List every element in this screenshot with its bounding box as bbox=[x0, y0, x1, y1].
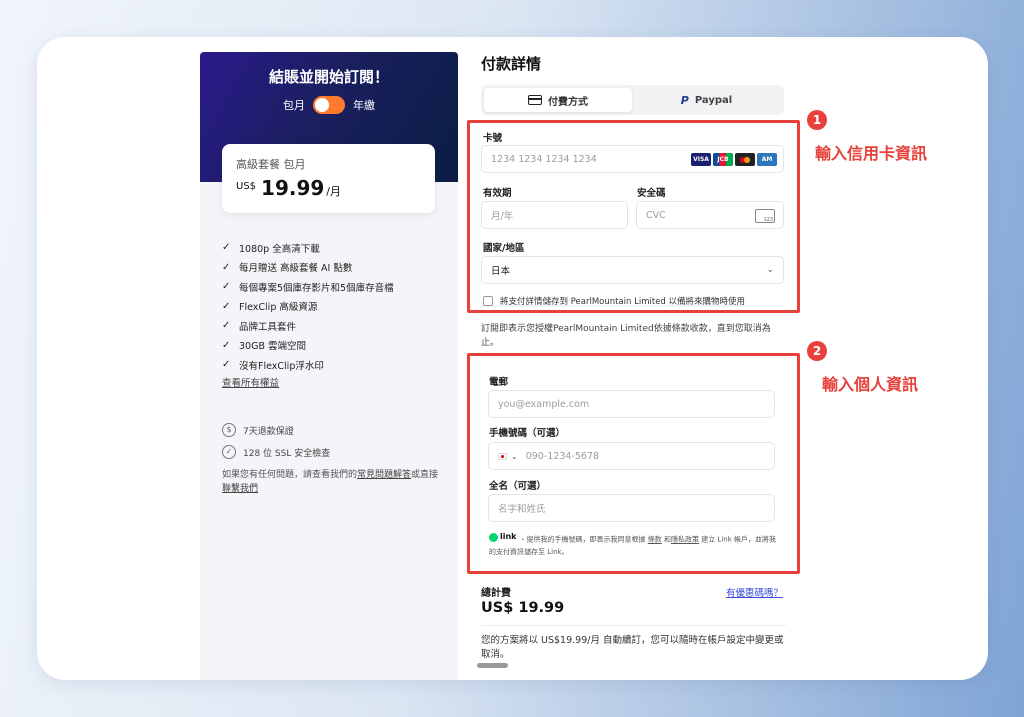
annotation-badge-2: 2 bbox=[807, 341, 827, 361]
tab-card-label: 付費方式 bbox=[548, 96, 588, 108]
price-amount: 19.99 bbox=[261, 176, 325, 200]
feature-text: 每月贈送 高級套餐 AI 點數 bbox=[239, 263, 353, 275]
ssl-text: 128 位 SSL 安全檢查 bbox=[243, 448, 331, 459]
total-value: US$ 19.99 bbox=[481, 600, 565, 616]
billing-yearly-label: 年繳 bbox=[353, 99, 375, 112]
check-icon: ✓ bbox=[222, 281, 231, 293]
scroll-handle[interactable] bbox=[477, 663, 508, 668]
billing-toggle-row: 包月 年繳 bbox=[200, 96, 458, 114]
feature-text: 1080p 全高清下載 bbox=[239, 243, 320, 255]
price-currency: US$ bbox=[236, 181, 257, 192]
refund-guarantee: $ 7天退款保證 bbox=[222, 423, 294, 437]
check-icon: ✓ bbox=[222, 320, 231, 332]
check-icon: ✓ bbox=[222, 339, 231, 351]
help-mid: 或直接 bbox=[411, 470, 439, 480]
plan-price: US$ 19.99 /月 bbox=[236, 176, 341, 200]
shield-icon: ✓ bbox=[222, 445, 236, 459]
annotation-box-personal-info bbox=[467, 353, 800, 574]
feature-item: ✓ 沒有FlexClip浮水印 bbox=[222, 355, 394, 375]
paypal-icon: P bbox=[680, 93, 689, 107]
feature-text: 每個專案5個庫存影片和5個庫存音檔 bbox=[239, 282, 394, 294]
feature-item: ✓ 30GB 雲端空間 bbox=[222, 336, 394, 356]
billing-toggle[interactable] bbox=[313, 96, 345, 114]
billing-monthly-label: 包月 bbox=[283, 99, 305, 112]
help-prefix: 如果您有任何問題，請查看我們的 bbox=[222, 470, 358, 480]
view-all-benefits-link[interactable]: 查看所有權益 bbox=[222, 375, 279, 389]
check-icon: ✓ bbox=[222, 359, 231, 371]
plan-price-card: 高級套餐 包月 US$ 19.99 /月 bbox=[222, 144, 435, 213]
refund-icon: $ bbox=[222, 423, 236, 437]
total-label: 總計費 bbox=[481, 588, 511, 599]
contact-link[interactable]: 聯繫我們 bbox=[222, 484, 258, 494]
check-icon: ✓ bbox=[222, 300, 231, 312]
annotation-text-card-info: 輸入信用卡資訊 bbox=[815, 144, 928, 163]
checkout-window: 結賬並開始訂閱！ 包月 年繳 高級套餐 包月 US$ 19.99 /月 ✓ 108… bbox=[37, 37, 988, 680]
divider bbox=[481, 625, 786, 626]
feature-item: ✓ 每月贈送 高級套餐 AI 點數 bbox=[222, 258, 394, 278]
feature-text: 沒有FlexClip浮水印 bbox=[239, 360, 324, 372]
tab-paypal-label: Paypal bbox=[694, 94, 733, 106]
check-icon: ✓ bbox=[222, 242, 231, 254]
check-icon: ✓ bbox=[222, 261, 231, 273]
promo-code-link[interactable]: 有優惠碼嗎？ bbox=[726, 585, 783, 599]
feature-text: FlexClip 高級資源 bbox=[239, 302, 318, 314]
feature-item: ✓ 品牌工具套件 bbox=[222, 316, 394, 336]
auto-renew-text: 您的方案將以 US$19.99/月 自動續訂，您可以隨時在帳戶設定中變更或取消。 bbox=[481, 635, 784, 660]
ssl-guarantee: ✓ 128 位 SSL 安全檢查 bbox=[222, 445, 330, 459]
help-text: 如果您有任何問題，請查看我們的常見問題解答或直接聯繫我們 bbox=[222, 468, 442, 496]
checkout-title: 結賬並開始訂閱！ bbox=[268, 68, 389, 86]
feature-item: ✓ FlexClip 高級資源 bbox=[222, 297, 394, 317]
feature-text: 30GB 雲端空間 bbox=[239, 341, 306, 353]
feature-list: ✓ 1080p 全高清下載 ✓ 每月贈送 高級套餐 AI 點數 ✓ 每個專案5個庫存影… bbox=[222, 238, 394, 375]
plan-name: 高級套餐 包月 bbox=[236, 158, 306, 171]
faq-link[interactable]: 常見問題解答 bbox=[357, 470, 411, 480]
tab-card[interactable]: 付費方式 bbox=[484, 88, 632, 112]
feature-item: ✓ 每個專案5個庫存影片和5個庫存音檔 bbox=[222, 277, 394, 297]
annotation-text-personal-info: 輸入個人資訊 bbox=[822, 375, 919, 394]
annotation-badge-1: 1 bbox=[807, 110, 827, 130]
price-period: /月 bbox=[326, 185, 342, 198]
feature-text: 品牌工具套件 bbox=[239, 321, 297, 333]
plan-summary-panel: 結賬並開始訂閱！ 包月 年繳 高級套餐 包月 US$ 19.99 /月 ✓ 108… bbox=[200, 52, 458, 680]
payment-title: 付款詳情 bbox=[481, 55, 542, 73]
terms-text: 訂閱即表示您授權PearlMountain Limited依據條款收款，直到您取… bbox=[481, 324, 771, 348]
feature-item: ✓ 1080p 全高清下載 bbox=[222, 238, 394, 258]
refund-text: 7天退款保證 bbox=[243, 426, 294, 437]
credit-card-icon bbox=[528, 95, 542, 105]
tab-paypal[interactable]: P Paypal bbox=[632, 88, 781, 112]
annotation-box-card-info bbox=[467, 120, 800, 313]
payment-method-tabs: 付費方式 P Paypal bbox=[481, 85, 784, 115]
